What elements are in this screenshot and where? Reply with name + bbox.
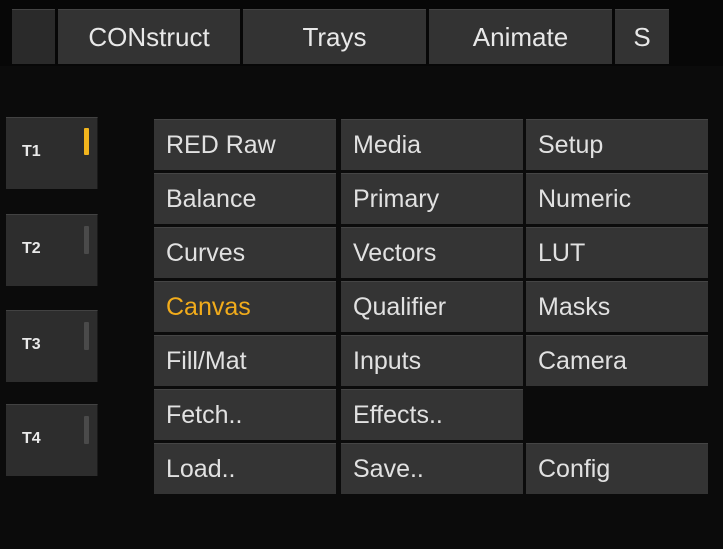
- top-tab-animate[interactable]: Animate: [429, 9, 612, 64]
- tool-effects-button[interactable]: Effects..: [341, 389, 523, 440]
- top-tab-s[interactable]: S: [615, 9, 669, 64]
- tool-inputs-button[interactable]: Inputs: [341, 335, 523, 386]
- tool-save-button[interactable]: Save..: [341, 443, 523, 494]
- tool-setup-button[interactable]: Setup: [526, 119, 708, 170]
- tool-red-raw-button[interactable]: RED Raw: [154, 119, 336, 170]
- tool-media-button[interactable]: Media: [341, 119, 523, 170]
- tray-t2-label: T2: [22, 240, 41, 257]
- top-tab-bar: CONstruct Trays Animate S: [0, 0, 723, 66]
- tool-lut-button[interactable]: LUT: [526, 227, 708, 278]
- tray-t2-button[interactable]: T2: [6, 214, 98, 286]
- tool-fetch-button[interactable]: Fetch..: [154, 389, 336, 440]
- top-tab-trays[interactable]: Trays: [243, 9, 426, 64]
- tool-balance-button[interactable]: Balance: [154, 173, 336, 224]
- tool-camera-button[interactable]: Camera: [526, 335, 708, 386]
- tool-numeric-button[interactable]: Numeric: [526, 173, 708, 224]
- tray-t3-indicator-icon: [84, 322, 89, 350]
- tray-t4-label: T4: [22, 430, 41, 447]
- tool-fill-mat-button[interactable]: Fill/Mat: [154, 335, 336, 386]
- top-tab-construct[interactable]: CONstruct: [58, 9, 240, 64]
- tool-qualifier-button[interactable]: Qualifier: [341, 281, 523, 332]
- tool-load-button[interactable]: Load..: [154, 443, 336, 494]
- tool-masks-button[interactable]: Masks: [526, 281, 708, 332]
- tray-t3-button[interactable]: T3: [6, 310, 98, 382]
- tool-curves-button[interactable]: Curves: [154, 227, 336, 278]
- tray-t1-label: T1: [22, 143, 41, 160]
- tray-t4-button[interactable]: T4: [6, 404, 98, 476]
- tray-t1-button[interactable]: T1: [6, 117, 98, 189]
- tool-vectors-button[interactable]: Vectors: [341, 227, 523, 278]
- tray-t4-indicator-icon: [84, 416, 89, 444]
- tool-primary-button[interactable]: Primary: [341, 173, 523, 224]
- tray-t3-label: T3: [22, 336, 41, 353]
- tool-canvas-button[interactable]: Canvas: [154, 281, 336, 332]
- tool-grid: RED Raw Media Setup Balance Primary Nume…: [154, 119, 709, 494]
- tool-config-button[interactable]: Config: [526, 443, 708, 494]
- tray-t1-indicator-icon: [84, 128, 89, 155]
- tray-t2-indicator-icon: [84, 226, 89, 254]
- top-tab-stub[interactable]: [12, 9, 55, 64]
- baselight-ui-screen: CONstruct Trays Animate S T1 T2 T3 T4 RE…: [0, 0, 723, 549]
